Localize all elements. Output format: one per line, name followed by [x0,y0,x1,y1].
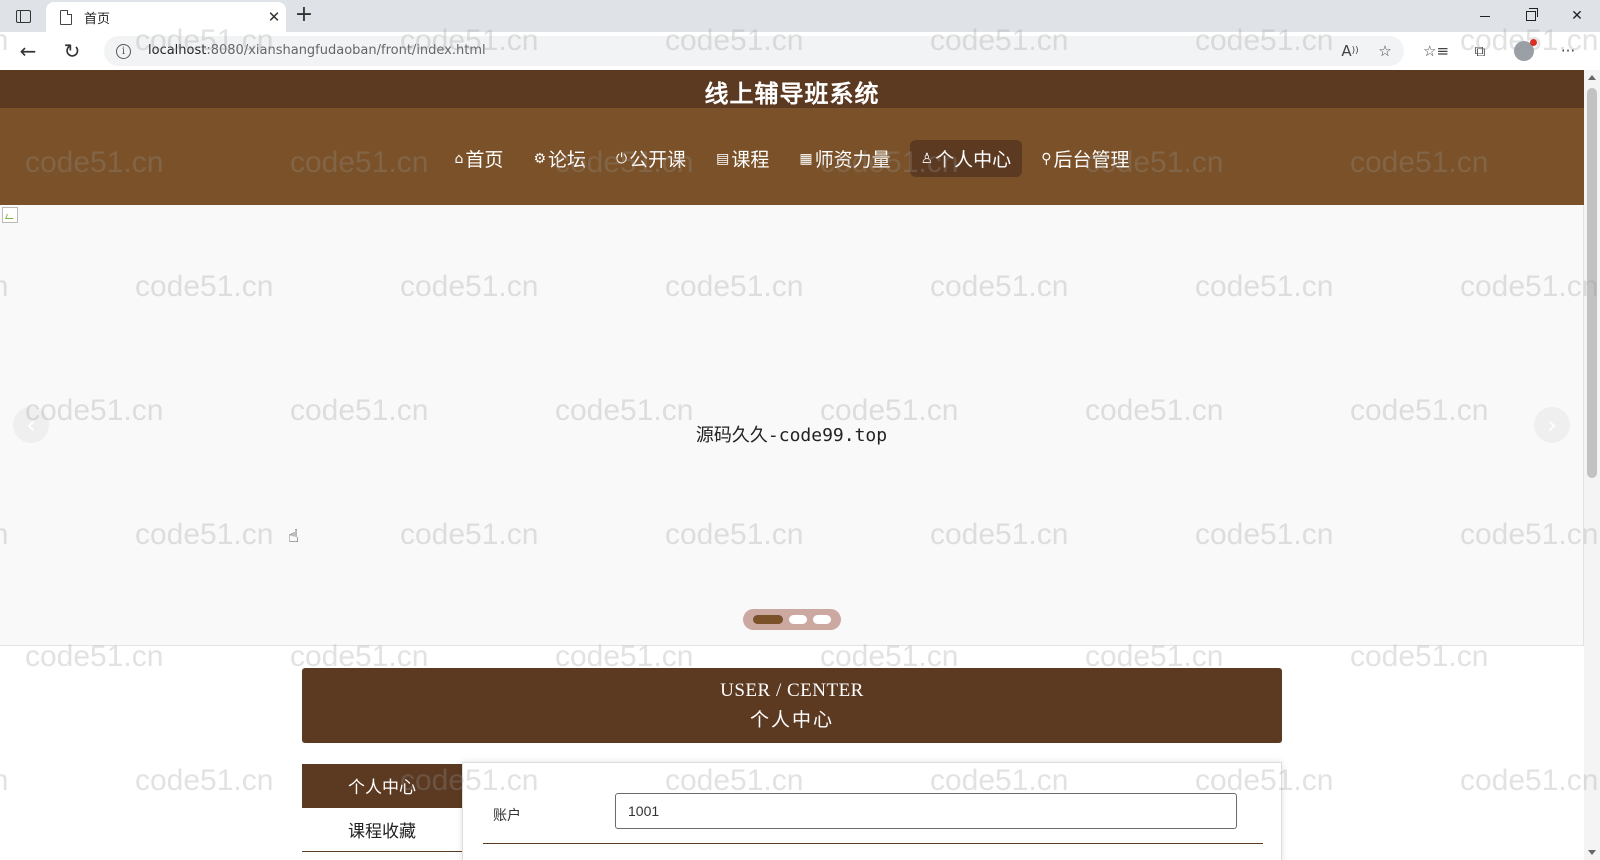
nav-item-1[interactable]: ⚙ 论坛 [522,140,597,177]
close-tab-icon[interactable]: ✕ [262,8,286,26]
url-text[interactable]: localhost:8080/xianshangfudaoban/front/i… [148,43,486,58]
nav-item-label: 公开课 [629,149,687,171]
nav-item-label: 后台管理 [1053,149,1130,171]
page-scrollbar[interactable] [1584,70,1600,860]
read-aloud-icon[interactable]: A)) [1338,40,1362,62]
site-header: 线上辅导班系统 [0,70,1584,108]
user-center-title-cn: 个人中心 [749,710,834,731]
favorites-icon[interactable]: ☆≡ [1423,40,1449,62]
account-input[interactable] [615,793,1237,829]
home-icon: ⌂ [454,150,464,167]
sidebar-toggle-icon[interactable] [12,6,34,26]
tab-title: 首页 [84,11,111,27]
banner-carousel[interactable]: 源码久久-code99.top ‹ › [0,205,1584,646]
minimize-button[interactable] [1462,0,1508,32]
profile-icon[interactable] [1512,39,1537,62]
user-center-title-en: USER / CENTER [720,680,864,701]
nav-list: ⌂ 首页 ⚙ 论坛 ⏻ 公开课 ▤ 课程 ▦ 师资力量 ♙ 个人中心 ⚲ 后台管理 [0,140,1584,177]
address-bar: ← ↻ i localhost:8080/xianshangfudaoban/f… [0,32,1600,71]
carousel-indicator [743,609,841,630]
carousel-dot[interactable] [789,615,807,624]
profile-form: 账户 [462,762,1282,860]
side-menu-item-1[interactable]: 课程收藏 [302,808,462,852]
carousel-dot[interactable] [753,615,783,624]
nav-item-label: 师资力量 [814,149,891,171]
clipboard-icon: ▤ [716,150,730,167]
nav-item-4[interactable]: ▦ 师资力量 [788,140,901,177]
site-nav: ⌂ 首页 ⚙ 论坛 ⏻ 公开课 ▤ 课程 ▦ 师资力量 ♙ 个人中心 ⚲ 后台管理 [0,108,1584,205]
nav-item-label: 首页 [465,149,504,171]
info-icon[interactable]: i [116,44,131,59]
nav-item-label: 个人中心 [935,149,1012,171]
scroll-up-icon[interactable] [1588,75,1596,80]
broken-image-icon [2,207,18,223]
window-close-button[interactable]: ✕ [1554,0,1600,32]
carousel-dot[interactable] [813,615,831,624]
link-icon: ⚲ [1041,150,1052,167]
power-icon: ⏻ [616,150,628,167]
scroll-thumb[interactable] [1587,88,1597,478]
more-icon[interactable]: ··· [1556,40,1580,62]
url-host: localhost [148,43,207,58]
nav-item-6[interactable]: ⚲ 后台管理 [1030,140,1140,177]
side-menu: 个人中心 课程收藏 [302,764,462,852]
reload-icon[interactable]: ↻ [58,39,86,63]
user-icon: ♙ [920,150,934,167]
slide-caption: 源码久久-code99.top [695,425,888,446]
account-label: 账户 [493,808,521,824]
hand-cursor-icon: ☝ [288,526,299,547]
back-icon[interactable]: ← [14,39,42,63]
nav-item-label: 论坛 [548,149,587,171]
carousel-next-button[interactable]: › [1534,407,1570,443]
add-favorite-icon[interactable]: ☆ [1373,40,1397,62]
collections-icon[interactable]: ⧉ [1468,40,1492,62]
nav-item-label: 课程 [731,149,770,171]
user-center-header: USER / CENTER 个人中心 [302,668,1282,743]
side-menu-item-0[interactable]: 个人中心 [302,764,462,808]
browser-tab[interactable]: 首页 ✕ [46,2,286,32]
restore-button[interactable] [1508,0,1554,32]
new-tab-button[interactable]: + [292,4,316,28]
nav-item-5[interactable]: ♙ 个人中心 [909,140,1023,177]
url-field[interactable]: i localhost:8080/xianshangfudaoban/front… [104,36,1404,66]
nav-item-2[interactable]: ⏻ 公开课 [605,140,697,177]
carousel-prev-button[interactable]: ‹ [13,407,49,443]
nav-item-0[interactable]: ⌂ 首页 [444,140,515,177]
calendar-icon: ▦ [799,150,813,167]
page-icon [60,9,72,25]
url-path: :8080/xianshangfudaoban/front/index.html [206,43,486,58]
form-divider [483,843,1263,844]
page-viewport: 线上辅导班系统 ⌂ 首页 ⚙ 论坛 ⏻ 公开课 ▤ 课程 ▦ 师资力量 ♙ 个人中心 ⚲ 后台管理 源码久… [0,70,1584,860]
scroll-down-icon[interactable] [1588,850,1596,855]
site-title: 线上辅导班系统 [704,80,880,108]
forum-icon: ⚙ [533,150,546,167]
browser-tab-bar: 首页 ✕ + ✕ [0,0,1600,32]
nav-item-3[interactable]: ▤ 课程 [705,140,780,177]
